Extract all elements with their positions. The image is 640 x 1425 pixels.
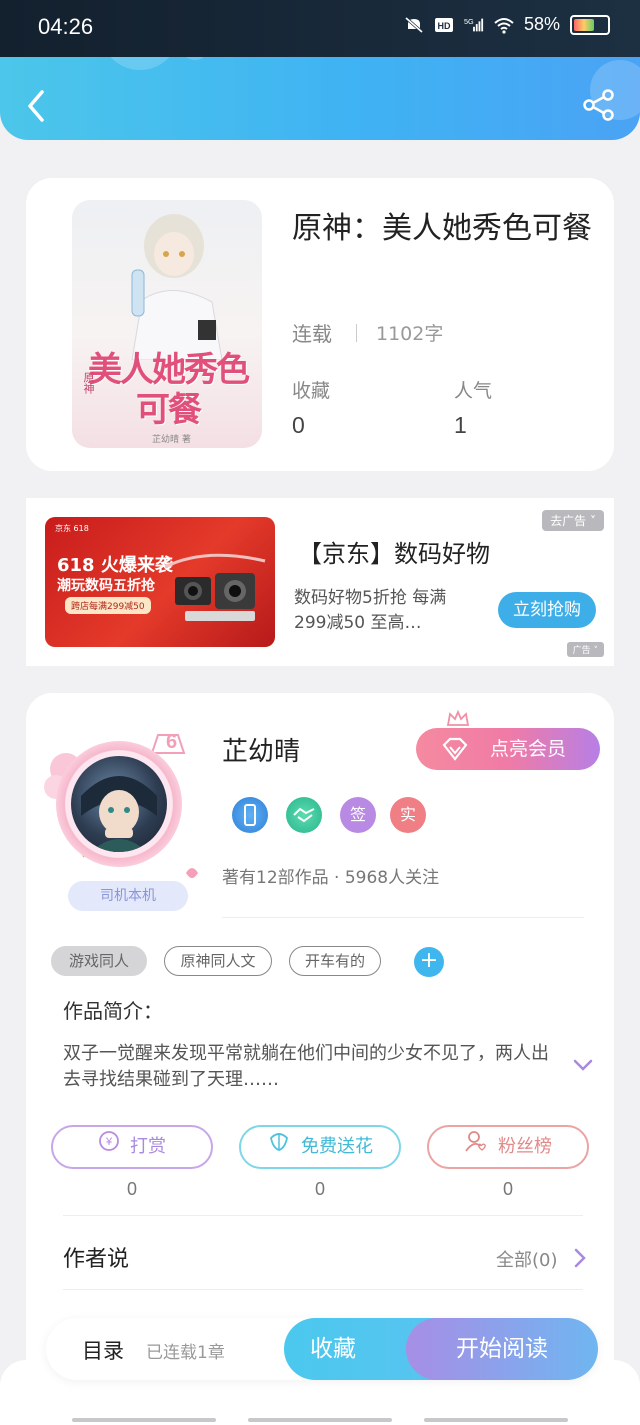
verified-badge[interactable]: 实	[390, 797, 426, 833]
author-meta: 著有12部作品 · 5968人关注	[222, 868, 440, 888]
intro-text: 双子一觉醒来发现平常就躺在他们中间的少女不见了，两人出去寻找结果碰到了天理……	[63, 1043, 549, 1090]
ad-products-illustration	[165, 553, 266, 621]
cover-illustration	[131, 214, 223, 360]
add-tag-button[interactable]: +	[414, 947, 444, 977]
ad-image-promo: 跨店每满299减50	[65, 597, 151, 614]
share-icon[interactable]	[582, 88, 616, 122]
tag-game-fanfic[interactable]: 游戏同人	[51, 946, 147, 976]
svg-text:HD: HD	[437, 21, 450, 31]
ad-banner[interactable]: 京东 618 618 火爆来袭 潮玩数码五折抢 跨店每满299减50 去广告 ˅…	[26, 498, 614, 666]
book-title: 原神：美人她秀色可餐	[292, 211, 592, 246]
tip-label: 打赏	[130, 1136, 166, 1157]
svg-text:¥: ¥	[105, 1136, 113, 1148]
popularity-label: 人气	[454, 380, 493, 402]
author-name: 芷幼晴	[222, 737, 301, 767]
ad-image[interactable]: 京东 618 618 火爆来袭 潮玩数码五折抢 跨店每满299减50	[45, 517, 275, 647]
handshake-badge-icon[interactable]	[286, 797, 322, 833]
hd-icon: HD	[434, 17, 453, 32]
avatar-badge: 司机本机	[68, 881, 188, 911]
ad-image-subline: 潮玩数码五折抢	[57, 578, 155, 594]
bottom-action-bar: 目录 已连载1章 收藏 开始阅读	[46, 1318, 598, 1380]
status-bar: 04:26 HD 5G 58%	[0, 0, 640, 57]
send-flower-button[interactable]: 免费送花	[239, 1125, 401, 1169]
status-icons: HD 5G 58%	[404, 14, 610, 35]
book-cover[interactable]: 美人她秀色可餐 原神 芷幼晴 著	[72, 200, 262, 448]
tag-genshin-fanfic[interactable]: 原神同人文	[164, 946, 272, 976]
ad-label: 广告 ˅	[566, 642, 604, 657]
toc-button[interactable]: 目录	[82, 1335, 124, 1365]
battery-percent: 58%	[523, 14, 560, 34]
mute-icon	[404, 16, 423, 33]
crown-icon	[446, 709, 470, 726]
ad-image-brand: 京东 618	[55, 524, 89, 533]
nav-indicator	[248, 1418, 392, 1422]
fan-count: 0	[502, 1179, 513, 1199]
cover-series: 原神	[82, 372, 95, 394]
avatar[interactable]	[71, 756, 167, 852]
chapter-count: 已连载1章	[146, 1343, 225, 1363]
intro-label: 作品简介：	[63, 999, 163, 1023]
tip-count: 0	[126, 1179, 137, 1199]
yen-icon: ¥	[98, 1127, 120, 1167]
remove-ad-tag[interactable]: 去广告 ˅	[542, 510, 604, 531]
avatar-illustration	[81, 776, 157, 852]
favorites-label: 收藏	[292, 380, 331, 402]
chevron-right-icon[interactable]	[574, 1248, 586, 1268]
back-icon[interactable]	[20, 86, 50, 126]
chevron-down-icon[interactable]	[572, 1057, 594, 1073]
book-info-card: 美人她秀色可餐 原神 芷幼晴 著 原神：美人她秀色可餐 连载 1102字 收藏 …	[26, 178, 614, 471]
book-status: 连载	[292, 322, 332, 346]
flower-icon	[267, 1127, 291, 1167]
send-flower-label: 免费送花	[301, 1136, 373, 1157]
tip-button[interactable]: ¥ 打赏	[51, 1125, 213, 1169]
word-count: 1102字	[376, 323, 444, 345]
cover-title: 美人她秀色可餐	[88, 350, 250, 430]
author-says-title: 作者说	[63, 1247, 130, 1272]
diamond-icon	[442, 737, 468, 761]
cover-author: 芷幼晴 著	[152, 435, 191, 445]
ad-title: 【京东】数码好物	[298, 540, 490, 568]
favorites-count: 0	[292, 412, 305, 438]
author-card: 6 司机本机 芷幼晴 点亮会员 签 实 著有12部作品 · 5968人关注 游戏…	[26, 693, 614, 1413]
status-time: 04:26	[38, 14, 94, 39]
author-level: 6	[166, 731, 178, 753]
flower-count: 0	[314, 1179, 325, 1199]
sign-badge[interactable]: 签	[340, 797, 376, 833]
fan-ranking-button[interactable]: 粉丝榜	[427, 1125, 589, 1169]
divider	[63, 1215, 583, 1216]
start-reading-button[interactable]: 开始阅读	[406, 1318, 598, 1380]
tag-extra[interactable]: 开车有的	[289, 946, 381, 976]
fan-ranking-label: 粉丝榜	[498, 1136, 552, 1157]
user-heart-icon	[464, 1127, 488, 1167]
phone-badge-icon[interactable]	[232, 797, 268, 833]
divider	[356, 324, 357, 342]
wifi-icon	[494, 17, 514, 34]
divider	[63, 1289, 583, 1290]
battery-icon	[570, 14, 610, 35]
signal-icon: 5G	[464, 17, 484, 31]
ad-description: 数码好物5折抢 每满299减50 至高…	[294, 588, 447, 633]
ad-image-headline: 618 火爆来袭	[57, 555, 173, 576]
popularity-count: 1	[454, 412, 467, 438]
svg-text:5G: 5G	[464, 17, 474, 26]
avatar-frame: 6 司机本机	[38, 713, 198, 911]
nav-indicator	[72, 1418, 216, 1422]
nav-indicator	[424, 1418, 568, 1422]
author-says-all-link[interactable]: 全部(0)	[496, 1246, 558, 1272]
divider	[222, 917, 584, 918]
ad-buy-button[interactable]: 立刻抢购	[498, 592, 596, 628]
